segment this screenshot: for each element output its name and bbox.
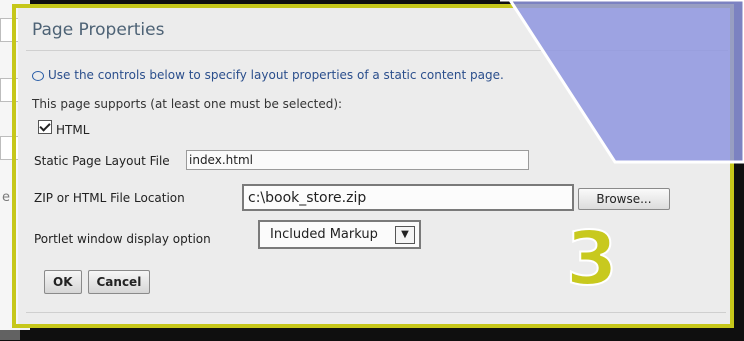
highlight-shape [500,0,744,164]
step-number: 3 [565,216,618,302]
